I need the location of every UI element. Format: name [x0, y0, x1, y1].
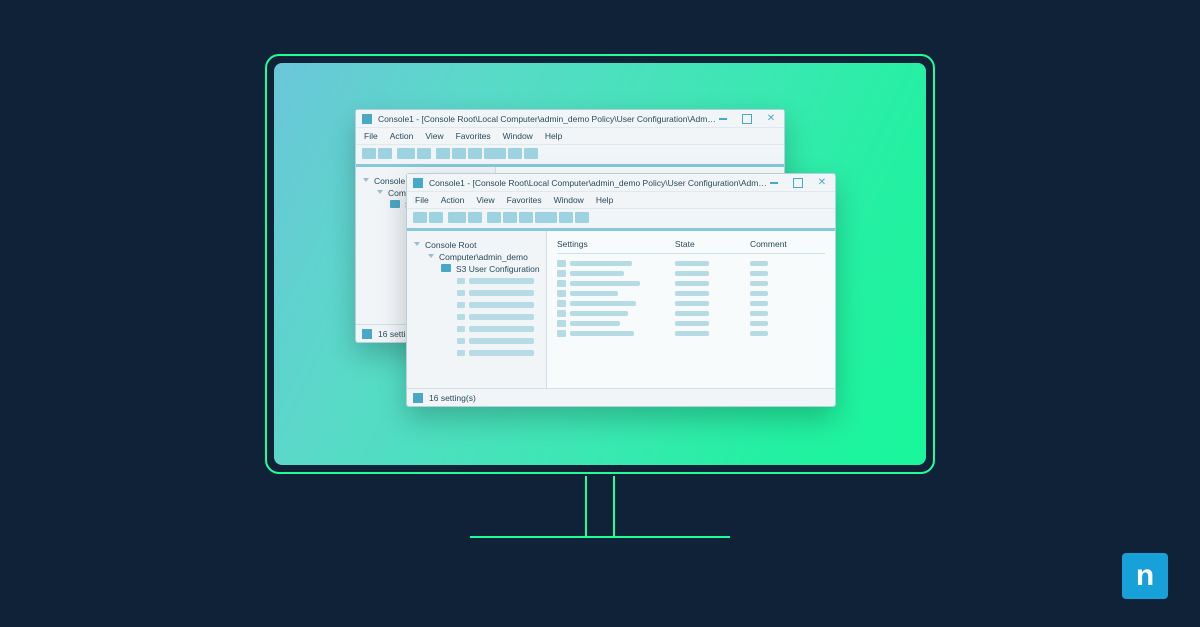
menu-bar: File Action View Favorites Window Help [356, 128, 784, 145]
toolbar-button[interactable] [452, 148, 466, 159]
menu-favorites[interactable]: Favorites [507, 195, 542, 205]
column-headers: Settings State Comment [557, 239, 825, 254]
status-text: 16 setting(s) [429, 393, 476, 403]
menu-help[interactable]: Help [596, 195, 613, 205]
close-button[interactable] [815, 176, 829, 190]
toolbar-button[interactable] [397, 148, 415, 159]
window-title: Console1 - [Console Root\Local Computer\… [429, 178, 767, 188]
list-item[interactable] [557, 260, 825, 267]
mmc-console-window-front[interactable]: Console1 - [Console Root\Local Computer\… [406, 173, 836, 407]
column-header-settings[interactable]: Settings [557, 239, 675, 249]
tree-item[interactable] [455, 287, 542, 299]
toolbar-button[interactable] [524, 148, 538, 159]
tree-pane[interactable]: Console Root Computer\admin_demo S3 User… [407, 231, 547, 388]
tree-node-label: Console Root [425, 240, 477, 250]
minimize-button[interactable] [767, 176, 781, 190]
menu-action[interactable]: Action [441, 195, 465, 205]
window-titlebar[interactable]: Console1 - [Console Root\Local Computer\… [356, 110, 784, 128]
monitor-stand-base [470, 536, 730, 538]
tree-item[interactable] [455, 311, 542, 323]
tree-item[interactable] [455, 275, 542, 287]
list-item[interactable] [557, 320, 825, 327]
toolbar-button[interactable] [468, 212, 482, 223]
tree-item[interactable] [455, 323, 542, 335]
maximize-button[interactable] [740, 112, 754, 126]
toolbar [356, 145, 784, 167]
toolbar-button[interactable] [503, 212, 517, 223]
tree-node-computer[interactable]: Computer\admin_demo [427, 251, 542, 263]
toolbar-button[interactable] [535, 212, 557, 223]
expand-icon[interactable] [362, 177, 370, 185]
status-bar: 16 setting(s) [407, 388, 835, 406]
toolbar-button[interactable] [436, 148, 450, 159]
toolbar-button[interactable] [559, 212, 573, 223]
toolbar-button[interactable] [468, 148, 482, 159]
menu-action[interactable]: Action [390, 131, 414, 141]
menu-view[interactable]: View [425, 131, 443, 141]
expand-icon[interactable] [413, 241, 421, 249]
list-item[interactable] [557, 300, 825, 307]
list-item[interactable] [557, 310, 825, 317]
menu-file[interactable]: File [364, 131, 378, 141]
tree-node-label: S3 User Configuration [456, 264, 540, 274]
app-icon [413, 178, 423, 188]
menu-window[interactable]: Window [554, 195, 584, 205]
expand-icon[interactable] [376, 189, 384, 197]
tree-node-label: Computer\admin_demo [439, 252, 528, 262]
close-button[interactable] [764, 112, 778, 126]
column-header-state[interactable]: State [675, 239, 750, 249]
status-icon [413, 393, 423, 403]
monitor-stand-neck [585, 476, 615, 536]
toolbar-button[interactable] [484, 148, 506, 159]
menu-help[interactable]: Help [545, 131, 562, 141]
toolbar [407, 209, 835, 231]
toolbar-button[interactable] [429, 212, 443, 223]
menu-window[interactable]: Window [503, 131, 533, 141]
brand-logo: n [1122, 553, 1168, 599]
tree-item[interactable] [455, 347, 542, 359]
expand-icon[interactable] [427, 253, 435, 261]
brand-logo-letter: n [1136, 561, 1154, 591]
app-icon [362, 114, 372, 124]
menu-file[interactable]: File [415, 195, 429, 205]
window-titlebar[interactable]: Console1 - [Console Root\Local Computer\… [407, 174, 835, 192]
status-icon [362, 329, 372, 339]
tree-node-console-root[interactable]: Console Root [413, 239, 542, 251]
window-controls [716, 112, 778, 126]
toolbar-button[interactable] [448, 212, 466, 223]
menu-view[interactable]: View [476, 195, 494, 205]
folder-icon [441, 264, 452, 274]
window-title: Console1 - [Console Root\Local Computer\… [378, 114, 716, 124]
menu-bar: File Action View Favorites Window Help [407, 192, 835, 209]
tree-item[interactable] [455, 335, 542, 347]
toolbar-button[interactable] [378, 148, 392, 159]
column-header-comment[interactable]: Comment [750, 239, 825, 249]
tree-node-user-config[interactable]: S3 User Configuration [441, 263, 542, 275]
toolbar-button[interactable] [417, 148, 431, 159]
list-item[interactable] [557, 270, 825, 277]
list-item[interactable] [557, 290, 825, 297]
toolbar-button[interactable] [519, 212, 533, 223]
details-pane[interactable]: Settings State Comment [547, 231, 835, 388]
minimize-button[interactable] [716, 112, 730, 126]
toolbar-button[interactable] [508, 148, 522, 159]
toolbar-button[interactable] [413, 212, 427, 223]
maximize-button[interactable] [791, 176, 805, 190]
window-controls [767, 176, 829, 190]
toolbar-button[interactable] [362, 148, 376, 159]
tree-item[interactable] [455, 299, 542, 311]
folder-icon [390, 200, 401, 210]
list-item[interactable] [557, 330, 825, 337]
list-item[interactable] [557, 280, 825, 287]
toolbar-button[interactable] [487, 212, 501, 223]
toolbar-button[interactable] [575, 212, 589, 223]
menu-favorites[interactable]: Favorites [456, 131, 491, 141]
